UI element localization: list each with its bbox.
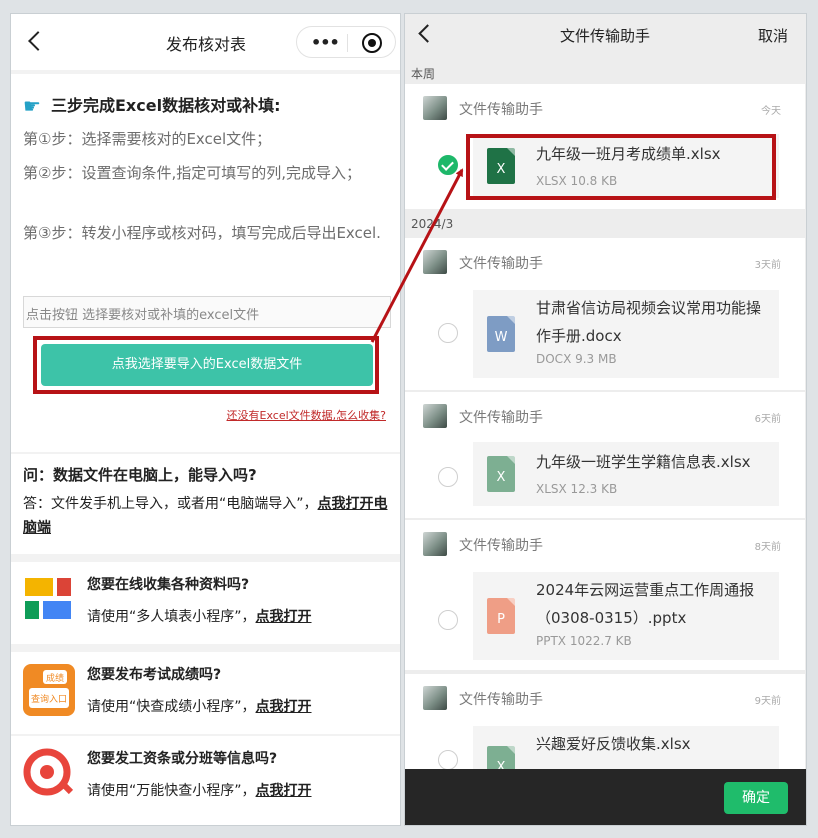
message-time: 6天前 <box>754 414 781 425</box>
select-radio[interactable] <box>438 610 458 630</box>
how-to-collect-link[interactable]: 还没有Excel文件数据,怎么收集? <box>227 407 386 423</box>
file-meta: PPTX 1022.7 KB <box>536 634 632 648</box>
excel-file-icon: X <box>487 456 515 492</box>
promo-open-link[interactable]: 点我打开 <box>256 699 312 715</box>
promo-desc: 请使用“快查成绩小程序”，点我打开 <box>87 696 312 716</box>
file-message[interactable]: 文件传输助手 6天前 X 九年级一班学生学籍信息表.xlsx XLSX 12.3… <box>405 392 805 518</box>
avatar <box>423 686 447 710</box>
sender-name: 文件传输助手 <box>459 256 543 272</box>
confirm-button[interactable]: 确定 <box>724 782 788 814</box>
file-bubble[interactable]: X 兴趣爱好反馈收集.xlsx <box>473 726 779 782</box>
promo-salary-slips[interactable]: 您要发工资条或分班等信息吗? 请使用“万能快查小程序”，点我打开 <box>11 736 400 825</box>
avatar <box>423 532 447 556</box>
file-path-input[interactable]: 点击按钮 选择要核对或补填的excel文件 <box>23 296 391 328</box>
back-chevron-icon[interactable] <box>25 28 49 54</box>
file-message[interactable]: 文件传输助手 8天前 P 2024年云网运营重点工作周通报（0308-0315）… <box>405 520 805 670</box>
file-message[interactable]: 文件传输助手 9天前 X 兴趣爱好反馈收集.xlsx <box>405 674 805 782</box>
promo-desc-text: 请使用“万能快查小程序”， <box>87 783 256 799</box>
promo-open-link[interactable]: 点我打开 <box>256 609 312 625</box>
faq-card: 问：数据文件在电脑上，能导入吗? 答：文件发手机上导入，或者用“电脑端导入”，点… <box>11 454 400 554</box>
file-meta: DOCX 9.3 MB <box>536 352 617 366</box>
back-chevron-icon[interactable] <box>415 22 437 46</box>
cancel-button[interactable]: 取消 <box>758 25 788 46</box>
search-target-icon <box>23 748 74 796</box>
step-3: 第③步：转发小程序或核对码，填写完成后导出Excel. <box>23 224 381 242</box>
picker-title: 文件传输助手 <box>559 27 650 45</box>
select-radio[interactable] <box>438 467 458 487</box>
powerpoint-file-icon: P <box>487 598 515 634</box>
query-entry-label: 查询入口 <box>31 693 67 705</box>
avatar <box>423 404 447 428</box>
picker-header: 文件传输助手 取消 <box>405 14 806 56</box>
avatar <box>423 96 447 120</box>
promo-open-link[interactable]: 点我打开 <box>256 783 312 799</box>
promo-title: 您要发布考试成绩吗? <box>87 667 222 683</box>
select-radio[interactable] <box>438 750 458 770</box>
faq-answer-text: 答：文件发手机上导入，或者用“电脑端导入”， <box>23 496 318 512</box>
message-time: 3天前 <box>754 260 781 271</box>
more-dots-icon[interactable]: ••• <box>311 33 340 52</box>
section-header-2024-3: 2024/3 <box>405 214 806 236</box>
file-bubble[interactable]: X 九年级一班学生学籍信息表.xlsx XLSX 12.3 KB <box>473 442 779 506</box>
avatar <box>423 250 447 274</box>
faq-answer: 答：文件发手机上导入，或者用“电脑端导入”，点我打开电脑端 <box>23 492 393 540</box>
promo-desc-text: 请使用“快查成绩小程序”， <box>87 699 256 715</box>
score-icon-label: 成绩 <box>46 672 64 684</box>
promo-desc: 请使用“多人填表小程序”，点我打开 <box>87 606 312 626</box>
highlight-box-selected-file <box>466 134 776 200</box>
sender-name: 文件传输助手 <box>459 410 543 426</box>
file-name: 2024年云网运营重点工作周通报（0308-0315）.pptx <box>536 581 755 627</box>
steps-title: 三步完成Excel数据核对或补填: <box>51 96 281 115</box>
step-2: 第②步：设置查询条件,指定可填写的列,完成导入； <box>23 164 361 182</box>
bottom-action-bar: 确定 <box>405 769 806 825</box>
sender-name: 文件传输助手 <box>459 692 543 708</box>
promo-title: 您要发工资条或分班等信息吗? <box>87 751 278 767</box>
faq-question: 问：数据文件在电脑上，能导入吗? <box>23 466 257 484</box>
left-header: 发布核对表 ••• <box>11 14 400 70</box>
sender-name: 文件传输助手 <box>459 538 543 554</box>
file-name: 九年级一班学生学籍信息表.xlsx <box>536 453 751 471</box>
message-time: 9天前 <box>754 696 781 707</box>
color-blocks-icon <box>25 578 71 619</box>
file-message[interactable]: 文件传输助手 3天前 W 甘肃省信访局视频会议常用功能操作手册.docx DOC… <box>405 238 805 390</box>
capsule-divider <box>347 34 348 52</box>
file-bubble[interactable]: P 2024年云网运营重点工作周通报（0308-0315）.pptx PPTX … <box>473 572 779 660</box>
steps-heading: ☛ 三步完成Excel数据核对或补填: <box>23 92 280 118</box>
promo-title: 您要在线收集各种资料吗? <box>87 577 250 593</box>
promo-form-collect[interactable]: 您要在线收集各种资料吗? 请使用“多人填表小程序”，点我打开 <box>11 562 400 644</box>
word-file-icon: W <box>487 316 515 352</box>
promo-desc-text: 请使用“多人填表小程序”， <box>87 609 256 625</box>
pointing-hand-icon: ☛ <box>23 94 41 118</box>
step-1: 第①步：选择需要核对的Excel文件； <box>23 130 272 148</box>
sender-name: 文件传输助手 <box>459 102 543 118</box>
score-query-icon: 成绩 查询入口 <box>23 664 75 716</box>
import-excel-button[interactable]: 点我选择要导入的Excel数据文件 <box>41 344 373 386</box>
file-picker-panel: 文件传输助手 取消 本周 文件传输助手 今天 X 九年级一班月考成绩单.xlsx… <box>404 13 807 826</box>
file-name: 兴趣爱好反馈收集.xlsx <box>536 735 691 753</box>
steps-card: ☛ 三步完成Excel数据核对或补填: 第①步：选择需要核对的Excel文件； 第… <box>11 74 400 452</box>
left-mini-program-panel: 发布核对表 ••• ☛ 三步完成Excel数据核对或补填: 第①步：选择需要核对的… <box>10 13 401 826</box>
close-target-icon[interactable] <box>362 33 382 53</box>
message-time: 8天前 <box>754 542 781 553</box>
file-name: 甘肃省信访局视频会议常用功能操作手册.docx <box>536 299 762 345</box>
promo-desc: 请使用“万能快查小程序”，点我打开 <box>87 780 312 800</box>
promo-exam-scores[interactable]: 成绩 查询入口 您要发布考试成绩吗? 请使用“快查成绩小程序”，点我打开 <box>11 652 400 734</box>
section-header-this-week: 本周 <box>405 62 806 84</box>
file-bubble[interactable]: W 甘肃省信访局视频会议常用功能操作手册.docx DOCX 9.3 MB <box>473 290 779 378</box>
file-meta: XLSX 12.3 KB <box>536 482 618 496</box>
message-time: 今天 <box>761 106 781 117</box>
selected-check-icon[interactable] <box>438 155 458 175</box>
select-radio[interactable] <box>438 323 458 343</box>
page-title: 发布核对表 <box>165 35 246 54</box>
capsule-menu[interactable]: ••• <box>296 26 396 58</box>
